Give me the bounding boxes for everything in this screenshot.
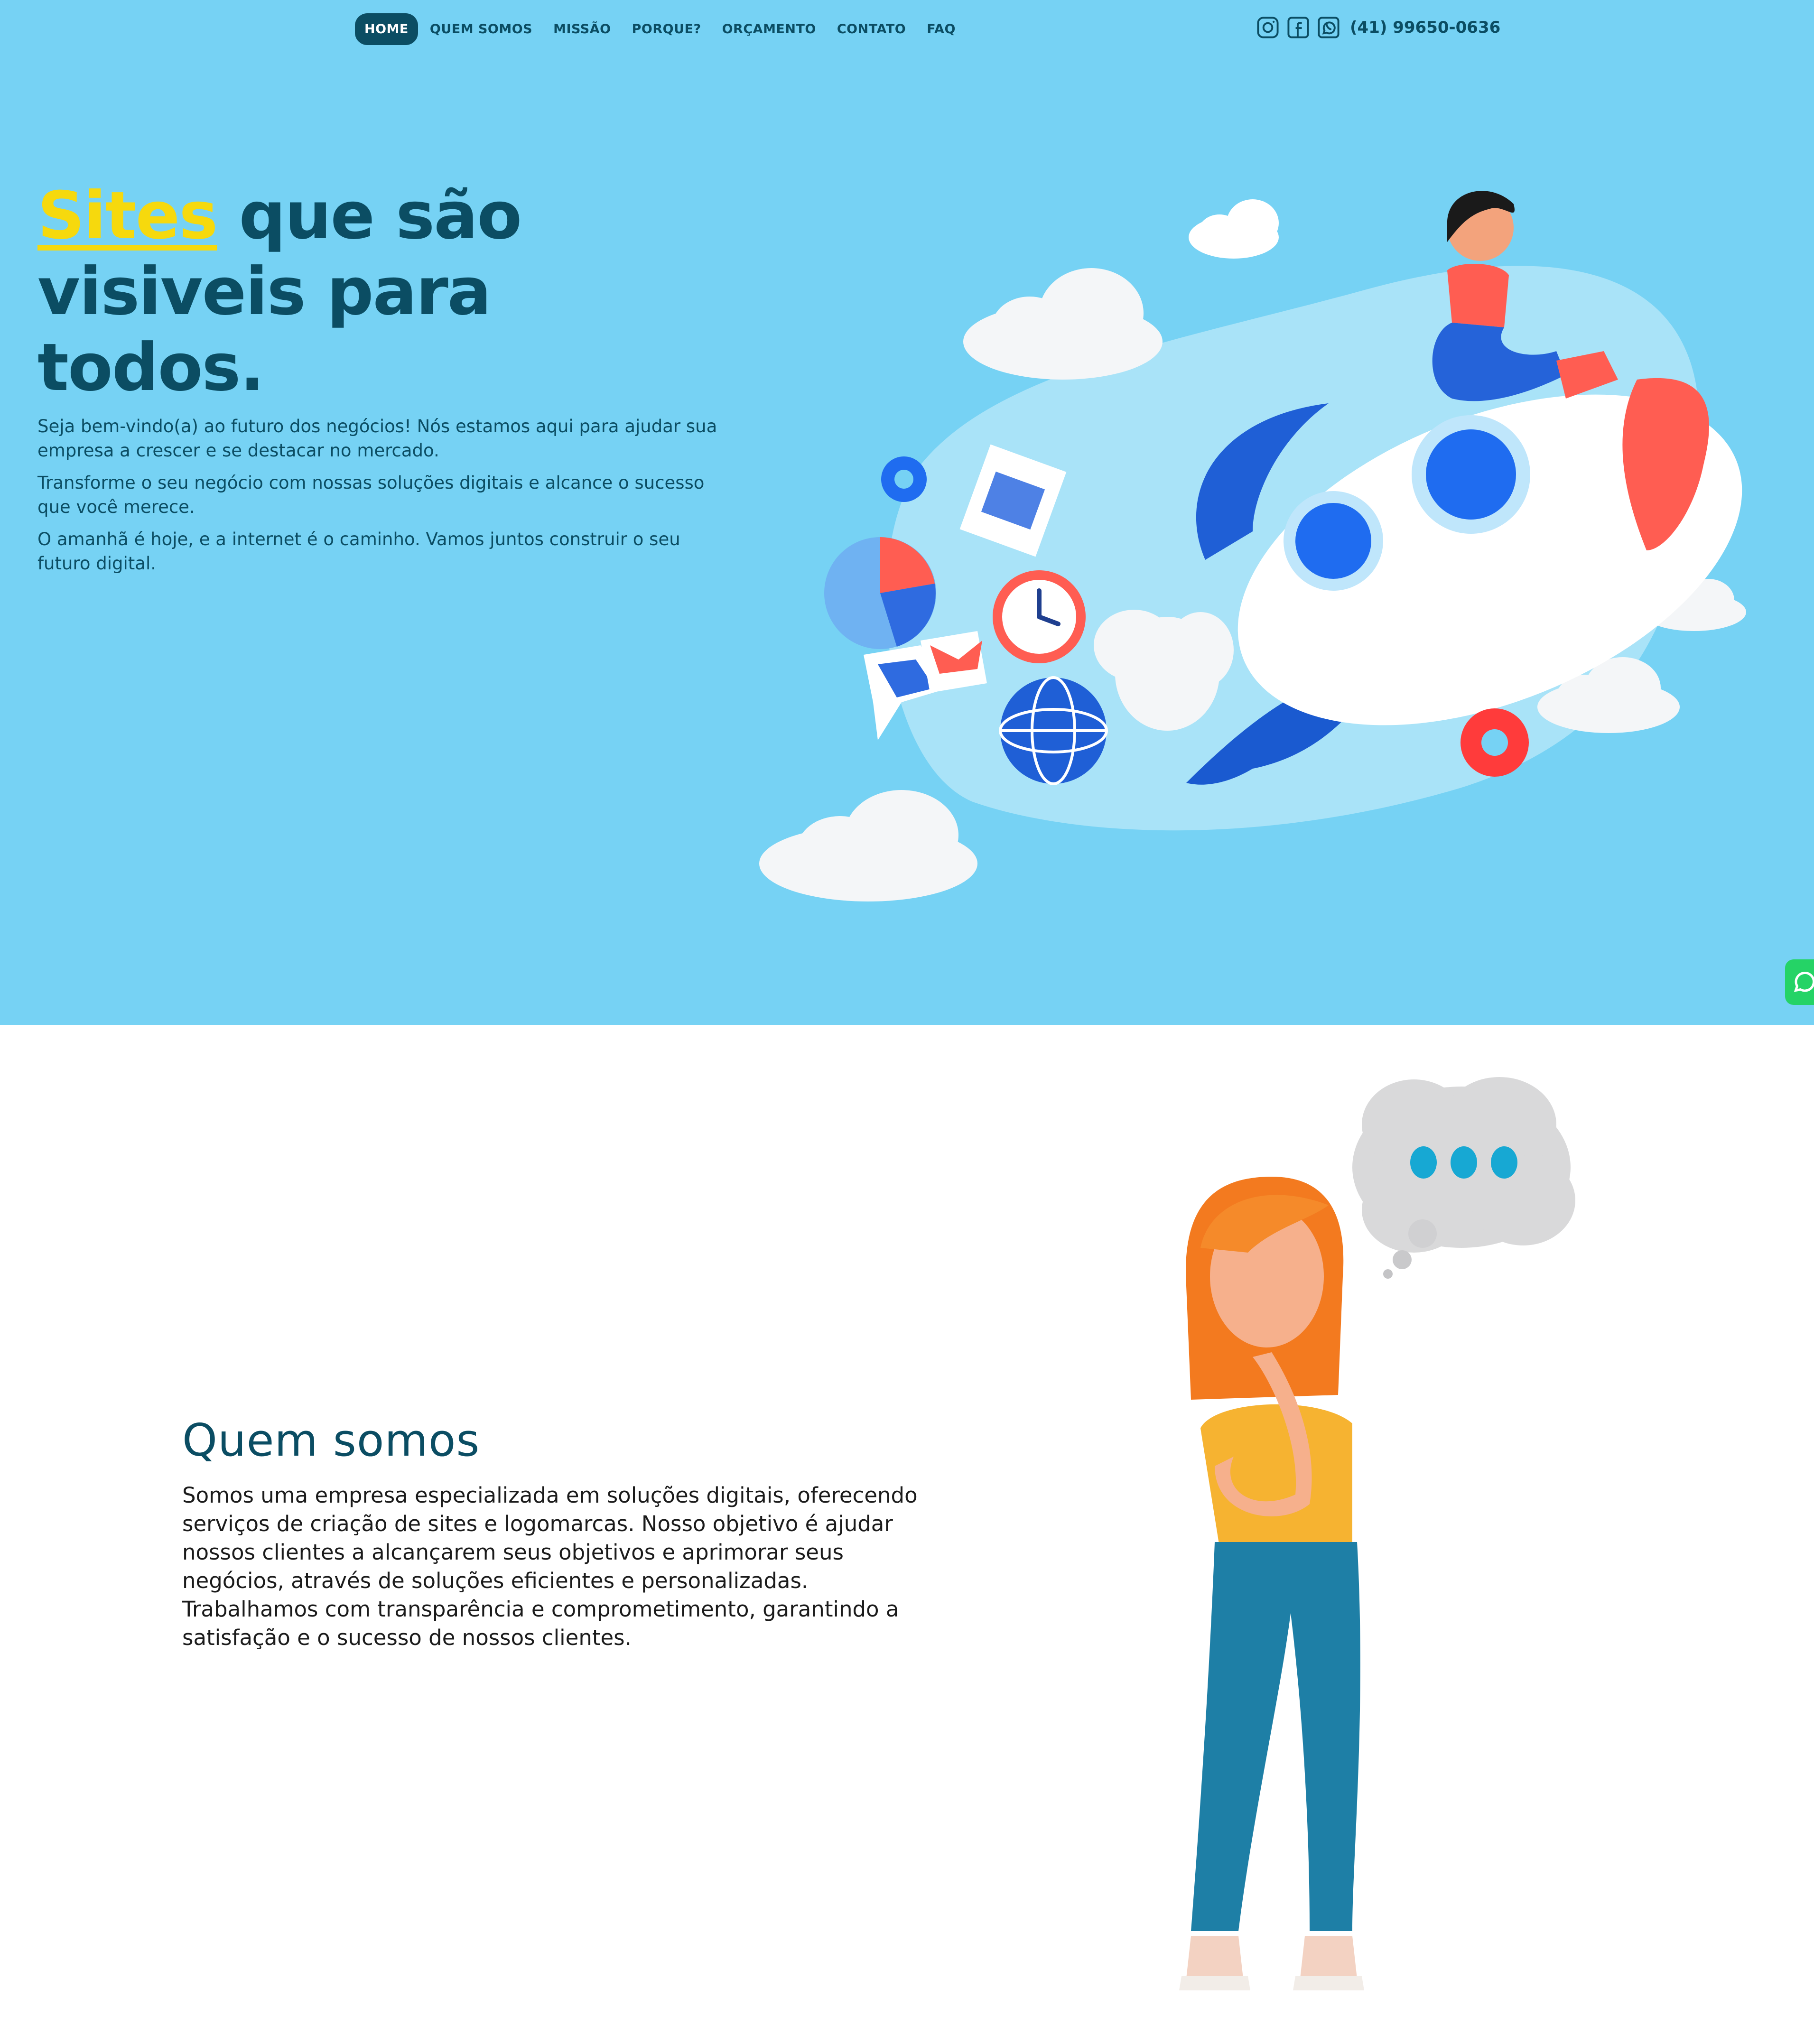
about-text: Somos uma empresa especializada em soluç… (182, 1483, 918, 1650)
about-title: Quem somos (182, 1415, 480, 1467)
nav-item-faq[interactable]: FAQ (918, 13, 965, 45)
clock-icon (993, 570, 1086, 663)
hero-headline: Sites que são visiveis para todos. (37, 178, 678, 406)
facebook-icon[interactable] (1285, 15, 1311, 40)
whatsapp-float-button[interactable] (1785, 959, 1814, 1005)
hero-paragraph-3: O amanhã é hoje, e a internet é o caminh… (37, 529, 680, 574)
hero-paragraph-1: Seja bem-vindo(a) ao futuro dos negócios… (37, 416, 717, 461)
hero-intro: Seja bem-vindo(a) ao futuro dos negócios… (37, 414, 730, 584)
whatsapp-icon[interactable] (1316, 15, 1341, 40)
headline-highlight: Sites (37, 177, 218, 254)
main-nav: HOME QUEM SOMOS MISSÃO PORQUE? ORÇAMENTO… (355, 13, 965, 45)
gear-icon (881, 456, 927, 502)
nav-item-orcamento[interactable]: ORÇAMENTO (713, 13, 825, 45)
cloud-icon (1189, 199, 1279, 259)
header-contact: (41) 99650-0636 (1255, 13, 1500, 42)
about-section: Quem somos Somos uma empresa especializa… (0, 1025, 1814, 2044)
globe-icon (999, 676, 1108, 785)
thought-bubble-icon (1352, 1077, 1575, 1279)
email-icon (921, 631, 987, 693)
gear-icon (1461, 708, 1529, 777)
nav-item-missao[interactable]: MISSÃO (544, 13, 620, 45)
nav-item-contato[interactable]: CONTATO (828, 13, 915, 45)
hero-section: HOME QUEM SOMOS MISSÃO PORQUE? ORÇAMENTO… (0, 0, 1814, 1025)
nav-item-quem-somos[interactable]: QUEM SOMOS (421, 13, 541, 45)
rocket-illustration (759, 191, 1746, 901)
nav-item-porque[interactable]: PORQUE? (623, 13, 710, 45)
hero-paragraph-2: Transforme o seu negócio com nossas solu… (37, 473, 705, 517)
thinking-girl-illustration (1179, 1077, 1575, 1990)
phone-number[interactable]: (41) 99650-0636 (1350, 18, 1500, 37)
pie-chart-icon (824, 537, 936, 649)
instagram-icon[interactable] (1255, 15, 1281, 40)
nav-item-home[interactable]: HOME (355, 13, 418, 45)
